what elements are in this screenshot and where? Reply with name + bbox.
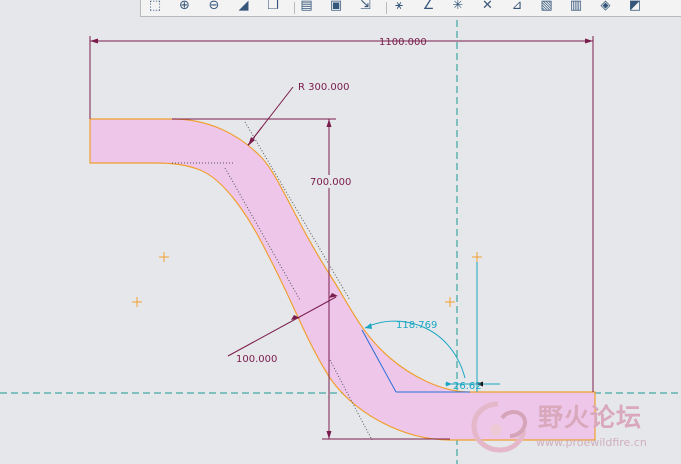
bend-radius-dimension[interactable]: R 300.000 <box>298 82 349 93</box>
saved-views-icon[interactable]: ▤ <box>297 0 317 15</box>
angle-arrow <box>365 323 372 329</box>
display-style-icon[interactable]: ▧ <box>537 0 557 15</box>
sketch-canvas[interactable]: 1100.000 R 300.000 700.000 100.000 118.7… <box>0 0 681 464</box>
view-toolbar: ⬚ ⊕ ⊖ ◢ ❒ ▤ ▣ ⇲ ⚹ ∠ ✳ ✕ ⊿ ▧ ▥ ◈ ◩ <box>140 0 681 17</box>
datum-plane-icon[interactable]: ⊿ <box>507 0 527 15</box>
angle-arrow <box>446 381 452 387</box>
watermark-logo-icon <box>471 401 527 453</box>
bend-angle-dimension[interactable]: 118.769 <box>396 320 437 331</box>
sketch-point[interactable] <box>159 252 169 262</box>
datum-axis-icon[interactable]: ⚹ <box>389 0 409 15</box>
dimension-arrow <box>90 38 98 44</box>
dimension-arrow <box>326 119 332 127</box>
sketch-point[interactable] <box>132 297 142 307</box>
wall-thickness-dimension[interactable]: 100.000 <box>236 354 277 365</box>
dimension-arrow <box>585 38 593 44</box>
spin-center-icon[interactable]: ◈ <box>596 0 616 15</box>
shading-icon[interactable]: ◢ <box>234 0 254 15</box>
toolbar-separator <box>386 2 387 14</box>
toolbar-separator <box>293 2 295 14</box>
sketch-point[interactable] <box>472 252 482 262</box>
zoom-in-icon[interactable]: ⊕ <box>175 0 195 15</box>
s-profile-section[interactable] <box>89 118 596 441</box>
dimension-arrow <box>248 137 255 146</box>
view-cube-icon[interactable]: ❒ <box>263 0 283 15</box>
coordinate-system-icon[interactable]: ✕ <box>478 0 498 15</box>
point-display-icon[interactable]: ✳ <box>448 0 468 15</box>
small-angle-dimension[interactable]: 26.62 <box>453 381 482 392</box>
overall-height-dimension[interactable]: 700.000 <box>310 177 351 188</box>
overall-width-dimension[interactable]: 1100.000 <box>379 37 427 48</box>
watermark-title: 野火论坛 <box>538 403 643 432</box>
sketch-point[interactable] <box>445 297 455 307</box>
zoom-out-icon[interactable]: ⊖ <box>204 0 224 15</box>
watermark: 野火论坛 www.proewildfire.cn <box>468 396 681 464</box>
orient-icon[interactable]: ◩ <box>625 0 645 15</box>
zoom-window-icon[interactable]: ⬚ <box>145 0 165 15</box>
watermark-url: www.proewildfire.cn <box>536 436 647 449</box>
sketch-constraint-icon[interactable]: ∠ <box>419 0 439 15</box>
model-tree-icon[interactable]: ▥ <box>566 0 586 15</box>
dimension-arrow <box>326 431 332 439</box>
insert-feature-icon[interactable]: ⇲ <box>356 0 376 15</box>
screenshot-camera-icon[interactable]: ▣ <box>326 0 346 15</box>
